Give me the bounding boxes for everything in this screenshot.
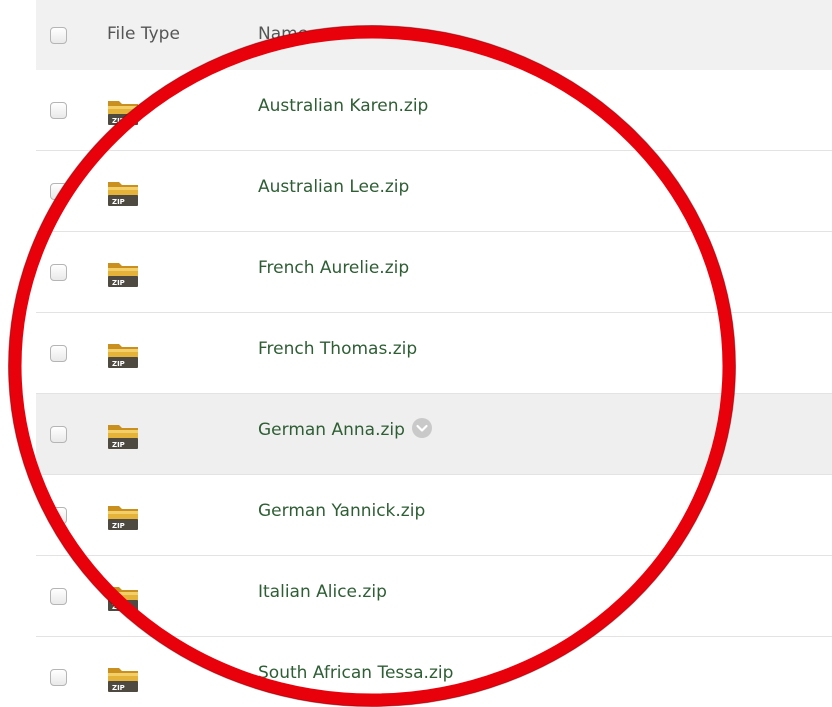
- table-row: ZIP French Aurelie.zip: [36, 232, 832, 313]
- row-checkbox[interactable]: [50, 183, 67, 200]
- zip-folder-icon: ZIP: [106, 663, 142, 695]
- zip-folder-icon: ZIP: [106, 177, 142, 209]
- file-name-link[interactable]: Australian Lee.zip: [258, 177, 409, 197]
- file-name-link[interactable]: French Aurelie.zip: [258, 258, 409, 278]
- table-row: ZIP French Thomas.zip: [36, 313, 832, 394]
- svg-text:ZIP: ZIP: [112, 522, 125, 530]
- row-checkbox[interactable]: [50, 102, 67, 119]
- file-name-link[interactable]: German Anna.zip: [258, 417, 433, 440]
- name-column-header[interactable]: Name: [258, 24, 308, 44]
- table-row: ZIP South African Tessa.zip: [36, 637, 832, 707]
- table-header: File Type Name: [36, 0, 832, 70]
- zip-folder-icon: ZIP: [106, 582, 142, 614]
- file-name-link[interactable]: French Thomas.zip: [258, 339, 417, 359]
- select-all-checkbox[interactable]: [50, 27, 67, 44]
- svg-text:ZIP: ZIP: [112, 117, 125, 125]
- file-type-column-header[interactable]: File Type: [107, 24, 180, 44]
- table-row: ZIP Italian Alice.zip: [36, 556, 832, 637]
- file-listing: File Type Name ZIP Australian Karen.zip …: [0, 0, 832, 707]
- row-checkbox[interactable]: [50, 588, 67, 605]
- table-row: ZIP Australian Lee.zip: [36, 151, 832, 232]
- file-name-link[interactable]: South African Tessa.zip: [258, 663, 453, 683]
- svg-text:ZIP: ZIP: [112, 360, 125, 368]
- table-row-hovered: ZIP German Anna.zip: [36, 394, 832, 475]
- file-name-link[interactable]: Australian Karen.zip: [258, 96, 428, 116]
- file-name-link[interactable]: Italian Alice.zip: [258, 582, 387, 602]
- zip-folder-icon: ZIP: [106, 339, 142, 371]
- file-table: File Type Name ZIP Australian Karen.zip …: [36, 0, 832, 707]
- row-checkbox[interactable]: [50, 426, 67, 443]
- table-row: ZIP German Yannick.zip: [36, 475, 832, 556]
- table-row: ZIP Australian Karen.zip: [36, 70, 832, 151]
- svg-text:ZIP: ZIP: [112, 198, 125, 206]
- svg-text:ZIP: ZIP: [112, 441, 125, 449]
- zip-folder-icon: ZIP: [106, 96, 142, 128]
- chevron-down-icon[interactable]: [411, 417, 433, 439]
- svg-text:ZIP: ZIP: [112, 279, 125, 287]
- zip-folder-icon: ZIP: [106, 258, 142, 290]
- file-name-text: German Anna.zip: [258, 420, 405, 440]
- row-checkbox[interactable]: [50, 507, 67, 524]
- row-checkbox[interactable]: [50, 345, 67, 362]
- zip-folder-icon: ZIP: [106, 420, 142, 452]
- svg-text:ZIP: ZIP: [112, 684, 125, 692]
- file-name-link[interactable]: German Yannick.zip: [258, 501, 425, 521]
- zip-folder-icon: ZIP: [106, 501, 142, 533]
- row-checkbox[interactable]: [50, 264, 67, 281]
- svg-text:ZIP: ZIP: [112, 603, 125, 611]
- row-checkbox[interactable]: [50, 669, 67, 686]
